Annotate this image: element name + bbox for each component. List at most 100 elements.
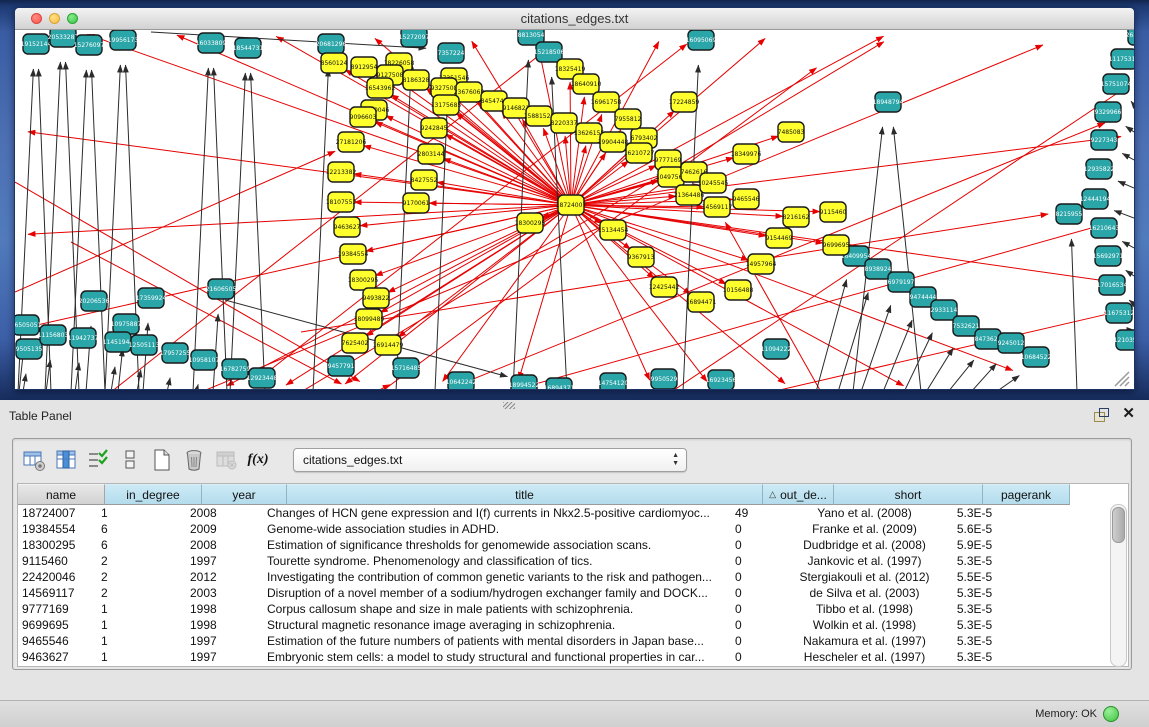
graph-node[interactable]: 16095069 — [686, 30, 717, 50]
graph-node[interactable]: 9493822 — [363, 288, 390, 308]
table-scrollbar[interactable] — [1110, 504, 1127, 667]
table-row[interactable]: 1938455462009Genome-wide association stu… — [18, 521, 1128, 537]
table-options-icon[interactable] — [21, 447, 47, 473]
graph-node[interactable]: 15134454 — [598, 220, 629, 240]
graph-node[interactable]: 11942737 — [68, 328, 99, 348]
graph-node[interactable]: 9115460 — [820, 202, 847, 222]
panel-split-icon[interactable] — [117, 447, 143, 473]
graph-node[interactable]: 8186328 — [403, 70, 430, 90]
graph-node[interactable]: 12935822 — [1084, 159, 1115, 179]
column-header-short[interactable]: short — [834, 484, 983, 505]
graph-node[interactable]: 8216162 — [783, 207, 810, 227]
graph-node[interactable]: 15276097 — [74, 35, 105, 55]
graph-node[interactable]: 8912954 — [351, 57, 378, 77]
select-rows-icon[interactable] — [85, 447, 111, 473]
table-row[interactable]: 1872400712008Changes of HCN gene express… — [18, 505, 1128, 521]
graph-node[interactable]: 10958107 — [189, 350, 220, 370]
graph-node[interactable]: 9950529 — [651, 369, 678, 389]
graph-node[interactable]: 12505113 — [129, 335, 160, 355]
float-panel-icon[interactable] — [1093, 408, 1109, 422]
graph-node[interactable]: 12213382 — [326, 162, 357, 182]
column-header-pagerank[interactable]: pagerank — [983, 484, 1070, 505]
graph-node[interactable]: 9699695 — [823, 235, 850, 255]
graph-node[interactable]: 8427552 — [411, 170, 438, 190]
graph-node[interactable]: 20206536 — [79, 291, 110, 311]
graph-node[interactable]: 18948794 — [873, 92, 904, 112]
graph-node[interactable]: 2933114 — [931, 300, 958, 320]
memory-status-indicator[interactable] — [1103, 706, 1119, 722]
delete-column-icon[interactable] — [181, 447, 207, 473]
graph-node[interactable]: 19904448 — [598, 132, 629, 152]
new-column-icon[interactable] — [149, 447, 175, 473]
graph-node[interactable]: 14754120 — [598, 373, 629, 389]
graph-node[interactable]: 15716485 — [391, 358, 422, 378]
network-table-select[interactable]: citations_edges.txt ▲▼ — [293, 448, 687, 472]
function-builder-icon[interactable]: f(x) — [245, 447, 271, 473]
graph-node[interactable]: 19956173 — [108, 30, 139, 50]
graph-node[interactable]: 16543962 — [365, 78, 396, 98]
graph-node[interactable]: 7357224 — [438, 43, 465, 63]
graph-node[interactable]: 12425442 — [649, 277, 680, 297]
graph-node[interactable]: 8560124 — [321, 53, 348, 73]
graph-node[interactable]: 18994522 — [509, 375, 540, 389]
graph-node[interactable]: 17957255 — [160, 343, 191, 363]
graph-node[interactable]: 9329966 — [1095, 102, 1122, 122]
table-row[interactable]: 946554611997Estimation of the future num… — [18, 633, 1128, 649]
graph-node[interactable]: 20681296 — [316, 34, 347, 54]
graph-node[interactable]: 15692971 — [1093, 246, 1124, 266]
window-title-bar[interactable]: citations_edges.txt — [15, 8, 1134, 30]
graph-node[interactable]: 16923456 — [706, 370, 737, 389]
graph-node[interactable]: 9096603 — [350, 107, 377, 127]
graph-node[interactable]: 15751074 — [1101, 74, 1132, 94]
splitter-grip-icon[interactable] — [503, 402, 515, 409]
graph-node[interactable]: 16210727 — [624, 143, 655, 163]
graph-node[interactable]: 13175685 — [431, 95, 462, 115]
graph-node[interactable]: 9170061 — [403, 193, 430, 213]
graph-node[interactable]: 12923448 — [247, 368, 278, 388]
graph-node[interactable]: 10684522 — [1021, 347, 1052, 367]
graph-node[interactable]: 18544731 — [233, 38, 264, 58]
graph-node[interactable]: 9367913 — [628, 247, 655, 267]
graph-node[interactable]: 18107552 — [326, 192, 357, 212]
graph-node[interactable]: 10245545 — [698, 173, 729, 193]
graph-node[interactable]: 16033809 — [196, 33, 227, 53]
graph-node[interactable]: 21606505 — [206, 279, 237, 299]
table-row[interactable]: 911546021997Tourette syndrome. Phenomeno… — [18, 553, 1128, 569]
graph-node[interactable]: 9242845 — [421, 118, 448, 138]
graph-node[interactable]: 18640910 — [571, 74, 602, 94]
table-row[interactable]: 1456911722003Disruption of a novel membe… — [18, 585, 1128, 601]
graph-node[interactable]: 9463627 — [334, 217, 361, 237]
column-header-name[interactable]: name — [18, 484, 105, 505]
graph-node[interactable]: 27181206 — [336, 132, 367, 152]
delete-table-icon[interactable] — [213, 447, 239, 473]
graph-node[interactable]: 16894371 — [544, 378, 575, 389]
table-scrollbar-thumb[interactable] — [1112, 507, 1125, 543]
graph-node[interactable]: 9245012 — [998, 333, 1025, 353]
graph-node[interactable]: 16894471 — [686, 292, 717, 312]
graph-node[interactable]: 7955812 — [615, 109, 642, 129]
close-panel-icon[interactable]: ✕ — [1122, 406, 1135, 422]
graph-node[interactable]: 15272097 — [399, 30, 430, 47]
graph-node[interactable]: 18300295 — [515, 213, 546, 233]
graph-node[interactable]: 11094222 — [761, 339, 792, 359]
graph-node[interactable]: 7625402 — [342, 333, 369, 353]
graph-node[interactable]: 11675312 — [1104, 303, 1134, 323]
table-row[interactable]: 977716911998Corpus callosum shape and si… — [18, 601, 1128, 617]
table-row[interactable]: 969969511998Structural magnetic resonanc… — [18, 617, 1128, 633]
graph-node[interactable]: 18099489 — [354, 309, 385, 329]
column-header-title[interactable]: title — [287, 484, 763, 505]
graph-node[interactable]: 14957964 — [746, 254, 777, 274]
graph-node[interactable]: 7485083 — [778, 122, 805, 142]
graph-node[interactable]: 8215955 — [1056, 204, 1083, 224]
graph-node[interactable]: 18300295 — [348, 270, 379, 290]
graph-node[interactable]: 17359924 — [136, 288, 167, 308]
network-canvas[interactable]: 1915214420533287152760971995617316033809… — [15, 30, 1134, 389]
graph-node[interactable]: 12444194 — [1080, 189, 1111, 209]
graph-node[interactable]: 9154469 — [766, 228, 793, 248]
table-row[interactable]: 946362711997Embryonic stem cells: a mode… — [18, 649, 1128, 665]
column-header-out_de[interactable]: △out_de... — [763, 484, 834, 505]
graph-node[interactable]: 9465546 — [733, 189, 760, 209]
graph-node[interactable]: 9457791 — [328, 356, 355, 376]
graph-node[interactable]: 9227343 — [1091, 130, 1118, 150]
table-row[interactable]: 1830029562008Estimation of significance … — [18, 537, 1128, 553]
